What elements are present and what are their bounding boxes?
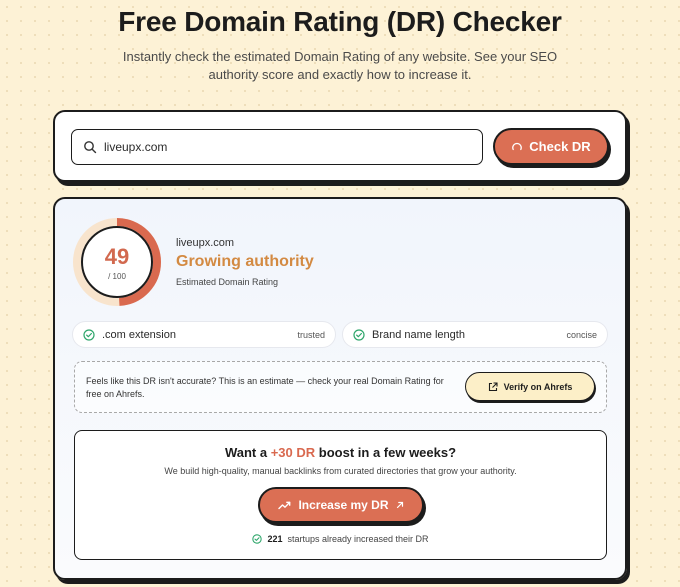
check-circle-icon [83, 328, 95, 341]
dr-max: / 100 [108, 271, 126, 281]
search-card: Check DR [53, 110, 627, 182]
check-circle-icon [353, 328, 365, 341]
domain-input[interactable] [104, 140, 464, 154]
dr-score: 49 [104, 243, 130, 269]
search-icon [83, 140, 97, 154]
signal-tag: concise [566, 329, 597, 340]
dr-gauge: 49 / 100 [71, 216, 163, 308]
verify-label: Verify on Ahrefs [503, 381, 573, 392]
boost-description: We build high-quality, manual backlinks … [164, 466, 517, 476]
proof-count: 221 [267, 534, 283, 544]
boost-title-prefix: Want a [224, 445, 268, 460]
boost-panel: Want a +30 DR boost in a few weeks? We b… [74, 430, 607, 560]
external-link-icon [488, 381, 498, 392]
social-proof: 221 startups already increased their DR [75, 534, 606, 544]
signal-tag: trusted [297, 329, 325, 340]
result-domain: liveupx.com [176, 237, 235, 249]
signal-label: Brand name length [372, 328, 465, 341]
check-circle-icon [252, 534, 263, 544]
check-dr-button[interactable]: Check DR [493, 128, 609, 165]
signal-label: .com extension [102, 328, 176, 341]
authority-label: Growing authority [176, 253, 314, 270]
verify-on-ahrefs-button[interactable]: Verify on Ahrefs [465, 372, 595, 401]
signal-extension: .com extension trusted [72, 321, 336, 348]
rating-caption: Estimated Domain Rating [176, 277, 279, 287]
increase-dr-button[interactable]: Increase my DR [258, 487, 424, 523]
increase-dr-label: Increase my DR [298, 498, 389, 512]
verify-text: Feels like this DR isn't accurate? This … [86, 376, 444, 399]
trending-up-icon [278, 500, 291, 510]
verify-notice: Feels like this DR isn't accurate? This … [74, 361, 607, 413]
boost-title-accent: +30 DR [270, 445, 316, 460]
result-card: 49 / 100 liveupx.com Growing authority E… [53, 197, 627, 580]
page-title: Free Domain Rating (DR) Checker [118, 6, 562, 37]
check-dr-label: Check DR [529, 139, 591, 154]
refresh-icon [511, 141, 523, 153]
page-subtitle: Instantly check the estimated Domain Rat… [122, 49, 558, 82]
boost-title-suffix: boost in a few weeks? [318, 445, 457, 460]
boost-title: Want a +30 DR boost in a few weeks? [75, 445, 606, 460]
proof-text: startups already increased their DR [287, 534, 429, 544]
domain-search-field[interactable] [71, 129, 483, 165]
signal-name-length: Brand name length concise [342, 321, 608, 348]
arrow-up-right-icon [396, 501, 404, 509]
